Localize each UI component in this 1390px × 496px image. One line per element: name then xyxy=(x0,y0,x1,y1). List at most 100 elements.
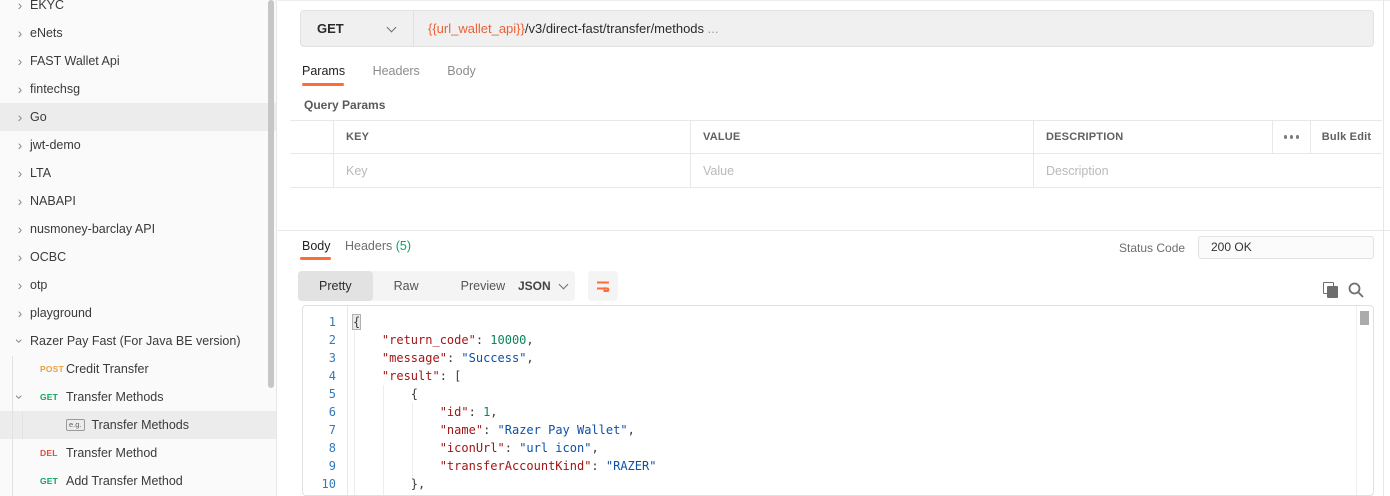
view-mode-segmented-control: Pretty Raw Preview xyxy=(298,271,526,301)
line-number: 8 xyxy=(303,439,347,457)
value-column-header: VALUE xyxy=(690,121,1033,153)
sidebar-item-label: otp xyxy=(30,278,47,292)
sidebar-item-label: Add Transfer Method xyxy=(66,474,183,488)
sidebar-item-label: eNets xyxy=(30,26,63,40)
status-code-value[interactable]: 200 OK xyxy=(1198,236,1374,259)
url-path: /v3/direct-fast/transfer/methods xyxy=(525,21,704,36)
sidebar-item-enets[interactable]: ›eNets xyxy=(0,19,276,47)
sidebar-item-playground[interactable]: ›playground xyxy=(0,299,276,327)
sidebar-item-fintechsg[interactable]: ›fintechsg xyxy=(0,75,276,103)
code-line: 8 "iconUrl": "url icon", xyxy=(303,439,1373,457)
chevron-down-icon: › xyxy=(13,385,27,409)
code-scrollbar-thumb[interactable] xyxy=(1360,311,1369,325)
sidebar-item-razer-pay-fast-for-java-be-version-[interactable]: ›Razer Pay Fast (For Java BE version) xyxy=(0,327,276,355)
active-tab-underline xyxy=(302,83,344,86)
code-scroll-track xyxy=(1356,306,1357,495)
url-ellipsis: ... xyxy=(704,21,718,36)
request-url[interactable]: {{url_wallet_api}}/v3/direct-fast/transf… xyxy=(428,21,719,36)
format-dropdown[interactable]: JSON xyxy=(505,271,575,301)
line-number: 10 xyxy=(303,475,347,493)
sidebar-item-lta[interactable]: ›LTA xyxy=(0,159,276,187)
value-input[interactable] xyxy=(703,164,1033,178)
search-response-button[interactable] xyxy=(1347,281,1365,299)
response-active-tab-underline xyxy=(300,257,331,260)
bulk-edit-button[interactable]: Bulk Edit xyxy=(1310,121,1382,153)
table-header-row: KEY VALUE DESCRIPTION Bulk Edit xyxy=(290,121,1382,154)
collections-sidebar: ›EKYC›eNets›FAST Wallet Api›fintechsg›Go… xyxy=(0,0,277,496)
search-icon xyxy=(1347,281,1365,299)
tab-body[interactable]: Body xyxy=(447,64,476,78)
sidebar-item-jwt-demo[interactable]: ›jwt-demo xyxy=(0,131,276,159)
code-lines: 1{2 "return_code": 10000,3 "message": "S… xyxy=(303,313,1373,493)
line-number: 7 xyxy=(303,421,347,439)
line-number: 6 xyxy=(303,403,347,421)
tab-params[interactable]: Params xyxy=(302,64,345,78)
line-number: 3 xyxy=(303,349,347,367)
wrap-lines-icon xyxy=(595,278,611,294)
view-mode-pretty[interactable]: Pretty xyxy=(298,271,373,301)
sidebar-scrollbar[interactable] xyxy=(268,0,274,388)
row-handle[interactable] xyxy=(290,154,333,187)
chevron-right-icon: › xyxy=(10,250,30,264)
code-line: 4 "result": [ xyxy=(303,367,1373,385)
chevron-right-icon: › xyxy=(10,138,30,152)
url-divider xyxy=(413,11,414,46)
row-handle-column xyxy=(290,121,333,153)
url-variable: {{url_wallet_api}} xyxy=(428,21,525,36)
sidebar-item-label: nusmoney-barclay API xyxy=(30,222,155,236)
response-body-editor[interactable]: 1{2 "return_code": 10000,3 "message": "S… xyxy=(302,305,1374,496)
column-options-button[interactable] xyxy=(1272,121,1310,153)
copy-response-button[interactable] xyxy=(1321,281,1339,299)
chevron-right-icon: › xyxy=(10,278,30,292)
sidebar-item-ekyc[interactable]: ›EKYC xyxy=(0,0,276,19)
wrap-lines-button[interactable] xyxy=(588,271,618,301)
code-line: 2 "return_code": 10000, xyxy=(303,331,1373,349)
sidebar-item-label: fintechsg xyxy=(30,82,80,96)
sidebar-item-add-transfer-method[interactable]: GETAdd Transfer Method xyxy=(0,467,276,495)
response-tab-headers[interactable]: Headers (5) xyxy=(345,239,411,253)
key-input[interactable] xyxy=(346,164,690,178)
line-number: 2 xyxy=(303,331,347,349)
sidebar-item-nusmoney-barclay-api[interactable]: ›nusmoney-barclay API xyxy=(0,215,276,243)
sidebar-item-label: Go xyxy=(30,110,47,124)
sidebar-item-label: OCBC xyxy=(30,250,66,264)
sidebar-item-transfer-methods[interactable]: e.g. Transfer Methods xyxy=(0,411,276,439)
method-label: POST xyxy=(40,364,66,374)
chevron-right-icon: › xyxy=(10,54,30,68)
sidebar-item-go[interactable]: ›Go xyxy=(0,103,276,131)
chevron-right-icon: › xyxy=(10,306,30,320)
headers-count-badge: (5) xyxy=(396,239,411,253)
sidebar-item-ocbc[interactable]: ›OCBC xyxy=(0,243,276,271)
view-mode-raw[interactable]: Raw xyxy=(373,271,440,301)
tab-headers[interactable]: Headers xyxy=(373,64,420,78)
chevron-down-icon xyxy=(387,22,397,32)
line-number: 1 xyxy=(303,313,347,331)
description-column-header: DESCRIPTION xyxy=(1033,121,1272,153)
line-number: 5 xyxy=(303,385,347,403)
chevron-right-icon: › xyxy=(10,194,30,208)
sidebar-item-fast-wallet-api[interactable]: ›FAST Wallet Api xyxy=(0,47,276,75)
three-dots-icon xyxy=(1284,135,1300,139)
api-client-window: ›EKYC›eNets›FAST Wallet Api›fintechsg›Go… xyxy=(0,0,1390,496)
code-line: 5 { xyxy=(303,385,1373,403)
response-tab-body[interactable]: Body xyxy=(302,239,331,253)
sidebar-item-label: jwt-demo xyxy=(30,138,81,152)
tree-indent-guide xyxy=(22,411,23,439)
sidebar-item-credit-transfer[interactable]: POSTCredit Transfer xyxy=(0,355,276,383)
sidebar-item-label: LTA xyxy=(30,166,51,180)
sidebar-item-transfer-methods[interactable]: ›GETTransfer Methods xyxy=(0,383,276,411)
description-input[interactable] xyxy=(1046,164,1382,178)
method-label: DEL xyxy=(40,448,66,458)
sidebar-item-label: Transfer Methods xyxy=(92,418,190,432)
sidebar-item-nabapi[interactable]: ›NABAPI xyxy=(0,187,276,215)
request-tabs: Params Headers Body xyxy=(302,64,500,78)
example-icon: e.g. xyxy=(66,419,85,431)
method-selector[interactable]: GET xyxy=(301,21,413,36)
sidebar-item-transfer-method[interactable]: DELTransfer Method xyxy=(0,439,276,467)
request-url-bar[interactable]: GET {{url_wallet_api}}/v3/direct-fast/tr… xyxy=(300,10,1374,47)
chevron-right-icon: › xyxy=(10,222,30,236)
sidebar-item-label: playground xyxy=(30,306,92,320)
query-params-table: KEY VALUE DESCRIPTION Bulk Edit xyxy=(290,120,1382,188)
chevron-right-icon: › xyxy=(10,166,30,180)
sidebar-item-otp[interactable]: ›otp xyxy=(0,271,276,299)
